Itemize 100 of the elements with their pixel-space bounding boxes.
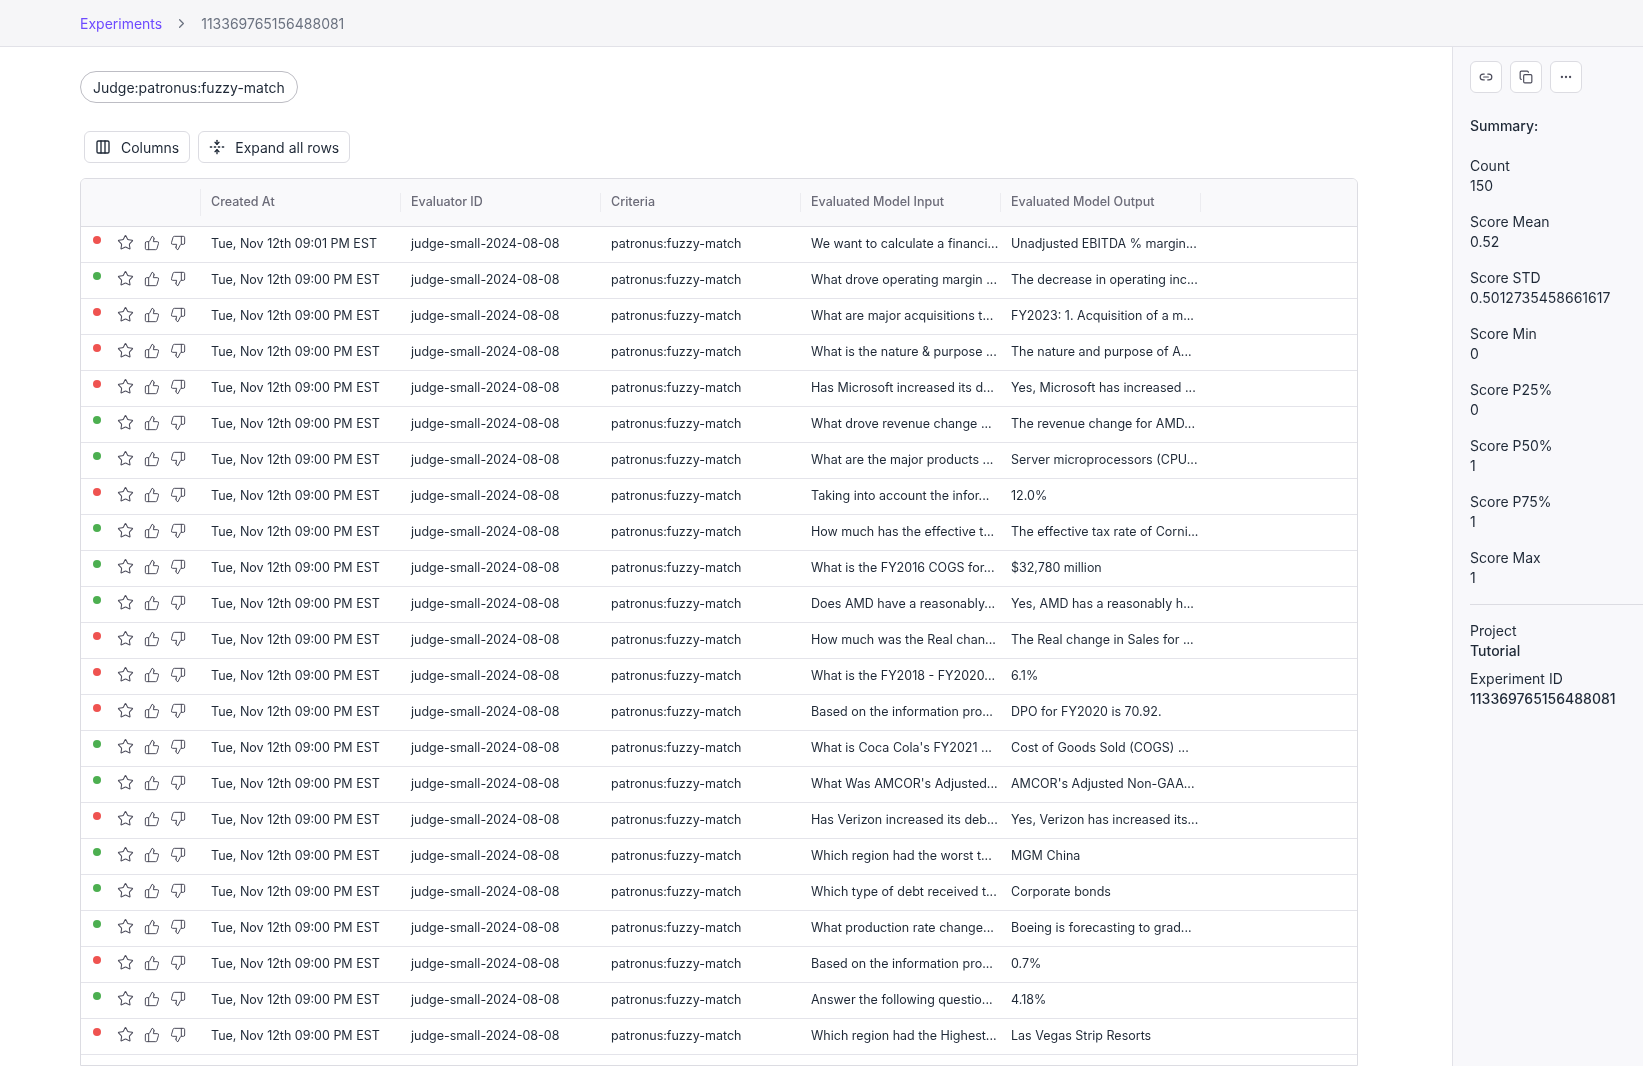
- thumbs-down-icon[interactable]: [170, 918, 186, 935]
- column-header[interactable]: Evaluator ID: [411, 194, 483, 210]
- star-icon[interactable]: [117, 810, 134, 827]
- thumbs-up-icon[interactable]: [144, 270, 160, 287]
- table-cell: How much was the Real chan...: [811, 632, 996, 648]
- thumbs-down-icon[interactable]: [170, 450, 186, 467]
- thumbs-up-icon[interactable]: [144, 594, 160, 611]
- thumbs-down-icon[interactable]: [170, 1026, 186, 1043]
- table-cell: Based on the information pro...: [811, 704, 993, 720]
- thumbs-down-icon[interactable]: [170, 630, 186, 647]
- thumbs-down-icon[interactable]: [170, 774, 186, 791]
- star-icon[interactable]: [117, 234, 134, 251]
- thumbs-up-icon[interactable]: [144, 378, 160, 395]
- thumbs-down-icon[interactable]: [170, 810, 186, 827]
- thumbs-down-icon[interactable]: [170, 558, 186, 575]
- star-icon[interactable]: [117, 594, 134, 611]
- thumbs-down-icon[interactable]: [170, 954, 186, 971]
- thumbs-down-icon[interactable]: [170, 594, 186, 611]
- stat-label: Score STD: [1470, 268, 1542, 288]
- star-icon[interactable]: [117, 342, 134, 359]
- stat-label: Count: [1470, 156, 1511, 176]
- thumbs-up-icon[interactable]: [144, 414, 160, 431]
- star-icon[interactable]: [117, 918, 134, 935]
- stat-value: 150: [1470, 176, 1495, 196]
- table-cell: Tue, Nov 12th 09:00 PM EST: [211, 452, 380, 468]
- thumbs-up-icon[interactable]: [144, 810, 160, 827]
- thumbs-down-icon[interactable]: [170, 882, 186, 899]
- thumbs-down-icon[interactable]: [170, 738, 186, 755]
- thumbs-down-icon[interactable]: [170, 702, 186, 719]
- table-cell: Tue, Nov 12th 09:00 PM EST: [211, 272, 380, 288]
- table-cell: judge-small-2024-08-08: [411, 308, 560, 324]
- thumbs-down-icon[interactable]: [170, 234, 186, 251]
- stat-label: Score Min: [1470, 324, 1538, 344]
- thumbs-up-icon[interactable]: [144, 882, 160, 899]
- thumbs-up-icon[interactable]: [144, 234, 160, 251]
- thumbs-up-icon[interactable]: [144, 1026, 160, 1043]
- thumbs-down-icon[interactable]: [170, 414, 186, 431]
- thumbs-down-icon[interactable]: [170, 342, 186, 359]
- thumbs-up-icon[interactable]: [144, 306, 160, 323]
- thumbs-up-icon[interactable]: [144, 630, 160, 647]
- thumbs-up-icon[interactable]: [144, 774, 160, 791]
- column-header[interactable]: Evaluated Model Output: [1011, 194, 1155, 210]
- star-icon[interactable]: [117, 414, 134, 431]
- thumbs-up-icon[interactable]: [144, 954, 160, 971]
- column-header[interactable]: Created At: [211, 194, 275, 210]
- thumbs-down-icon[interactable]: [170, 486, 186, 503]
- thumbs-up-icon[interactable]: [144, 918, 160, 935]
- thumbs-down-icon[interactable]: [170, 306, 186, 323]
- table-cell: Tue, Nov 12th 09:00 PM EST: [211, 704, 380, 720]
- thumbs-down-icon[interactable]: [170, 522, 186, 539]
- table-cell: patronus:fuzzy-match: [611, 272, 742, 288]
- star-icon[interactable]: [117, 630, 134, 647]
- star-icon[interactable]: [117, 702, 134, 719]
- star-icon[interactable]: [117, 486, 134, 503]
- icon-button[interactable]: [1510, 61, 1542, 93]
- thumbs-down-icon[interactable]: [170, 666, 186, 683]
- thumbs-up-icon[interactable]: [144, 522, 160, 539]
- table-cell: judge-small-2024-08-08: [411, 812, 560, 828]
- table-cell: Tue, Nov 12th 09:00 PM EST: [211, 884, 380, 900]
- thumbs-up-icon[interactable]: [144, 846, 160, 863]
- thumbs-up-icon[interactable]: [144, 666, 160, 683]
- thumbs-up-icon[interactable]: [144, 486, 160, 503]
- column-header[interactable]: Evaluated Model Input: [811, 194, 944, 210]
- star-icon[interactable]: [117, 378, 134, 395]
- star-icon[interactable]: [117, 846, 134, 863]
- table-cell: What production rate change...: [811, 920, 994, 936]
- star-icon[interactable]: [117, 882, 134, 899]
- star-icon[interactable]: [117, 270, 134, 287]
- star-icon[interactable]: [117, 774, 134, 791]
- thumbs-down-icon[interactable]: [170, 990, 186, 1007]
- star-icon[interactable]: [117, 738, 134, 755]
- table-cell: judge-small-2024-08-08: [411, 740, 560, 756]
- table-cell: patronus:fuzzy-match: [611, 776, 742, 792]
- star-icon[interactable]: [117, 666, 134, 683]
- star-icon[interactable]: [117, 306, 134, 323]
- thumbs-up-icon[interactable]: [144, 990, 160, 1007]
- stat-value: 1: [1470, 512, 1477, 532]
- toolbar-button[interactable]: Columns: [84, 131, 191, 163]
- breadcrumb-link[interactable]: Experiments: [80, 12, 163, 34]
- table-cell: What are major acquisitions t...: [811, 308, 994, 324]
- star-icon[interactable]: [117, 1026, 134, 1043]
- star-icon[interactable]: [117, 450, 134, 467]
- thumbs-down-icon[interactable]: [170, 270, 186, 287]
- column-header[interactable]: Criteria: [611, 194, 656, 210]
- icon-button[interactable]: [1470, 61, 1502, 93]
- thumbs-up-icon[interactable]: [144, 558, 160, 575]
- toolbar-button[interactable]: Expand all rows: [198, 131, 351, 163]
- thumbs-up-icon[interactable]: [144, 702, 160, 719]
- star-icon[interactable]: [117, 990, 134, 1007]
- star-icon[interactable]: [117, 558, 134, 575]
- thumbs-down-icon[interactable]: [170, 378, 186, 395]
- star-icon[interactable]: [117, 522, 134, 539]
- table-cell: Tue, Nov 12th 09:00 PM EST: [211, 488, 380, 504]
- thumbs-up-icon[interactable]: [144, 342, 160, 359]
- thumbs-up-icon[interactable]: [144, 450, 160, 467]
- table-cell: judge-small-2024-08-08: [411, 344, 560, 360]
- star-icon[interactable]: [117, 954, 134, 971]
- stat-value: 1: [1470, 568, 1477, 588]
- thumbs-up-icon[interactable]: [144, 738, 160, 755]
- thumbs-down-icon[interactable]: [170, 846, 186, 863]
